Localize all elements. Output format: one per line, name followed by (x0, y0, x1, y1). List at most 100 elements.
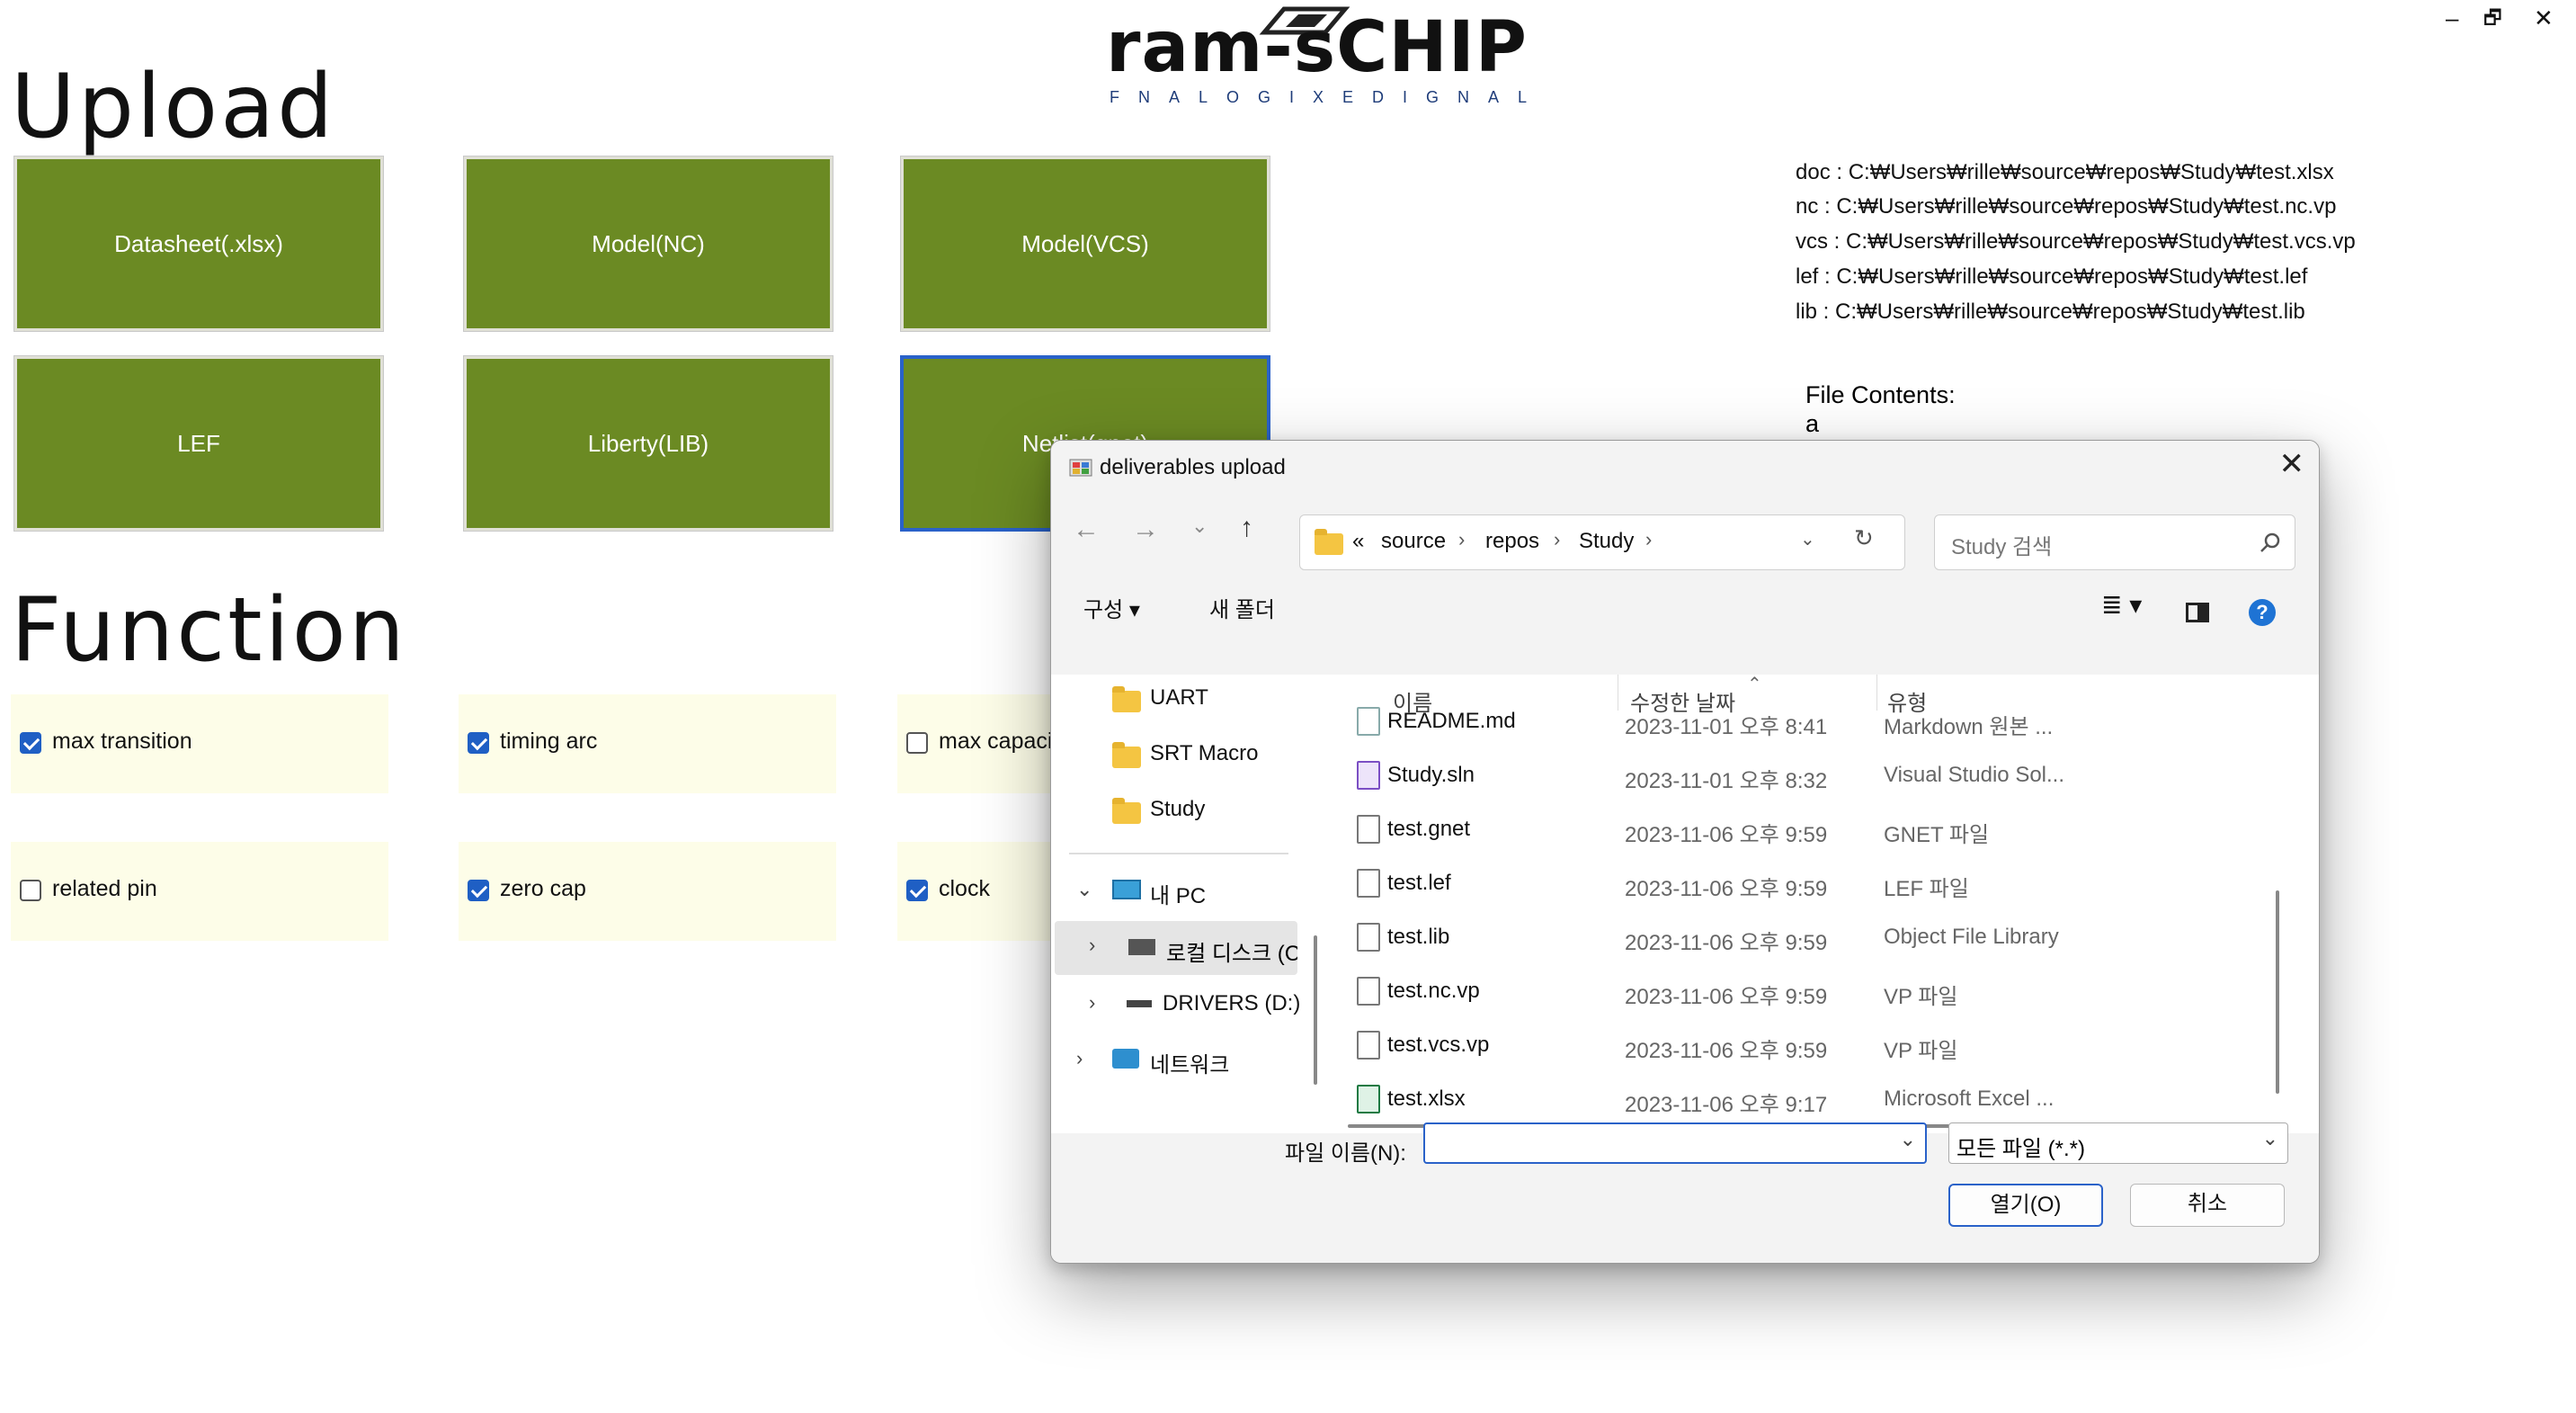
path-nc: nc : C:₩Users₩rille₩source₩repos₩Study₩t… (1796, 194, 2337, 219)
file-type-filter-value: 모든 파일 (*.*) (1957, 1137, 2085, 1161)
chevron-right-icon: › (1458, 528, 1466, 550)
organize-button[interactable]: 구성 ▾ (1083, 592, 1140, 623)
file-row[interactable]: test.gnet 2023-11-06 오후 9:59 GNET 파일 (1321, 802, 2292, 856)
file-row[interactable]: test.nc.vp 2023-11-06 오후 9:59 VP 파일 (1321, 964, 2292, 1018)
chevron-down-icon[interactable]: ⌄ (1800, 528, 1815, 550)
file-name: test.xlsx (1387, 1087, 1466, 1111)
chevron-down-icon[interactable]: ⌄ (2262, 1127, 2278, 1150)
file-contents-label: File Contents: (1805, 381, 1956, 408)
chevron-down-icon[interactable]: ⌄ (1076, 878, 1092, 901)
file-date: 2023-11-01 오후 8:32 (1625, 769, 1828, 793)
option-related-pin[interactable]: related pin (11, 842, 388, 941)
path-lef: lef : C:₩Users₩rille₩source₩repos₩Study₩… (1796, 264, 2308, 289)
model-nc-upload-button[interactable]: Model(NC) (464, 157, 833, 331)
breadcrumb-source[interactable]: source (1381, 529, 1446, 554)
vertical-scrollbar[interactable] (2276, 890, 2279, 1094)
file-date: 2023-11-06 오후 9:59 (1625, 877, 1828, 901)
checkbox[interactable] (906, 880, 928, 901)
sort-up-icon: ⌃ (1747, 675, 1762, 694)
nav-item-uart[interactable]: UART (1069, 675, 1303, 723)
file-row[interactable]: README.md 2023-11-01 오후 8:41 Markdown 원본… (1321, 694, 2292, 748)
new-folder-button[interactable]: 새 폴더 (1209, 592, 1275, 623)
breadcrumb-overflow[interactable]: « (1352, 529, 1364, 554)
folder-icon (1112, 798, 1141, 824)
close-icon[interactable]: ✕ (2534, 0, 2554, 36)
nav-item-this-pc[interactable]: ⌄ 내 PC (1069, 867, 1303, 916)
checkbox[interactable] (20, 732, 41, 754)
back-arrow-icon[interactable]: ← (1073, 514, 1100, 545)
dialog-title: deliverables upload (1100, 455, 1286, 479)
search-icon[interactable] (2259, 532, 2282, 555)
address-bar[interactable]: « source › repos › Study › ⌄ ↻ (1299, 514, 1905, 570)
filename-input[interactable]: ⌄ (1423, 1122, 1927, 1164)
file-type: LEF 파일 (1884, 877, 1969, 901)
datasheet-upload-button[interactable]: Datasheet(.xlsx) (14, 157, 383, 331)
view-options-icon[interactable]: ≣ ▾ (2101, 590, 2142, 620)
nav-item-srt-macro[interactable]: SRT Macro (1069, 730, 1303, 779)
recent-locations-icon[interactable]: ⌄ (1191, 514, 1208, 538)
path-vcs: vcs : C:₩Users₩rille₩source₩repos₩Study₩… (1796, 229, 2356, 254)
minimize-icon[interactable]: – (2446, 0, 2458, 36)
file-row[interactable]: test.xlsx 2023-11-06 오후 9:17 Microsoft E… (1321, 1072, 2292, 1126)
file-type-filter[interactable]: 모든 파일 (*.*) ⌄ (1948, 1122, 2288, 1164)
file-name: README.md (1387, 709, 1516, 733)
checkbox[interactable] (468, 732, 489, 754)
dialog-close-icon[interactable]: ✕ (2279, 446, 2305, 482)
chevron-right-icon[interactable]: › (1089, 934, 1095, 957)
checkbox-label: clock (939, 876, 990, 901)
preview-pane-icon[interactable] (2186, 603, 2209, 622)
restore-icon[interactable]: 🗗 (2483, 0, 2502, 36)
option-max-transition[interactable]: max transition (11, 694, 388, 793)
cancel-button[interactable]: 취소 (2130, 1184, 2285, 1227)
file-name: test.vcs.vp (1387, 1033, 1490, 1057)
file-type: Markdown 원본 ... (1884, 715, 2054, 739)
disk-icon (1128, 939, 1155, 955)
visual-studio-solution-icon (1357, 761, 1380, 790)
option-zero-cap[interactable]: zero cap (459, 842, 836, 941)
search-box[interactable]: Study 검색 (1934, 514, 2295, 570)
search-input[interactable]: Study 검색 (1951, 529, 2052, 560)
chevron-down-icon[interactable]: ⌄ (1900, 1128, 1916, 1151)
breadcrumb-study[interactable]: Study (1579, 529, 1634, 554)
checkbox-label: timing arc (500, 729, 598, 754)
model-vcs-upload-button[interactable]: Model(VCS) (901, 157, 1270, 331)
path-doc: doc : C:₩Users₩rille₩source₩repos₩Study₩… (1796, 160, 2334, 184)
option-timing-arc[interactable]: timing arc (459, 694, 836, 793)
nav-item-study[interactable]: Study (1069, 786, 1303, 835)
nav-item-local-disk[interactable]: › 로컬 디스크 (C:) (1055, 921, 1297, 975)
nav-item-label: DRIVERS (D:) (1163, 991, 1301, 1015)
file-name: Study.sln (1387, 763, 1475, 787)
computer-icon (1112, 880, 1141, 899)
nav-item-label: 내 PC (1150, 884, 1207, 908)
file-row[interactable]: test.lef 2023-11-06 오후 9:59 LEF 파일 (1321, 856, 2292, 910)
organize-label: 구성 (1083, 598, 1124, 622)
file-row[interactable]: test.vcs.vp 2023-11-06 오후 9:59 VP 파일 (1321, 1018, 2292, 1072)
file-date: 2023-11-06 오후 9:59 (1625, 1039, 1828, 1063)
file-row[interactable]: test.lib 2023-11-06 오후 9:59 Object File … (1321, 910, 2292, 964)
file-type: Object File Library (1884, 925, 2059, 949)
liberty-upload-button[interactable]: Liberty(LIB) (464, 356, 833, 531)
file-name: test.lib (1387, 925, 1450, 949)
up-arrow-icon[interactable]: ↑ (1240, 513, 1253, 543)
checkbox[interactable] (906, 732, 928, 754)
open-button[interactable]: 열기(O) (1948, 1184, 2103, 1227)
nav-item-drivers[interactable]: › DRIVERS (D:) (1069, 980, 1303, 1029)
file-row[interactable]: Study.sln 2023-11-01 오후 8:32 Visual Stud… (1321, 748, 2292, 802)
checkbox[interactable] (20, 880, 41, 901)
forward-arrow-icon[interactable]: → (1132, 514, 1159, 545)
refresh-icon[interactable]: ↻ (1854, 524, 1874, 552)
file-icon (1357, 977, 1380, 1006)
lef-upload-button[interactable]: LEF (14, 356, 383, 531)
file-date: 2023-11-06 오후 9:17 (1625, 1093, 1828, 1117)
chevron-right-icon[interactable]: › (1089, 991, 1095, 1015)
help-icon[interactable]: ? (2249, 599, 2276, 626)
file-type: Microsoft Excel ... (1884, 1087, 2055, 1111)
nav-scrollbar[interactable] (1314, 935, 1317, 1085)
breadcrumb-repos[interactable]: repos (1485, 529, 1539, 554)
checkbox[interactable] (468, 880, 489, 901)
file-date: 2023-11-06 오후 9:59 (1625, 931, 1828, 955)
nav-item-label: UART (1150, 685, 1208, 710)
nav-item-network[interactable]: › 네트워크 (1069, 1036, 1303, 1085)
network-icon (1112, 1049, 1139, 1069)
chevron-right-icon[interactable]: › (1076, 1047, 1083, 1070)
